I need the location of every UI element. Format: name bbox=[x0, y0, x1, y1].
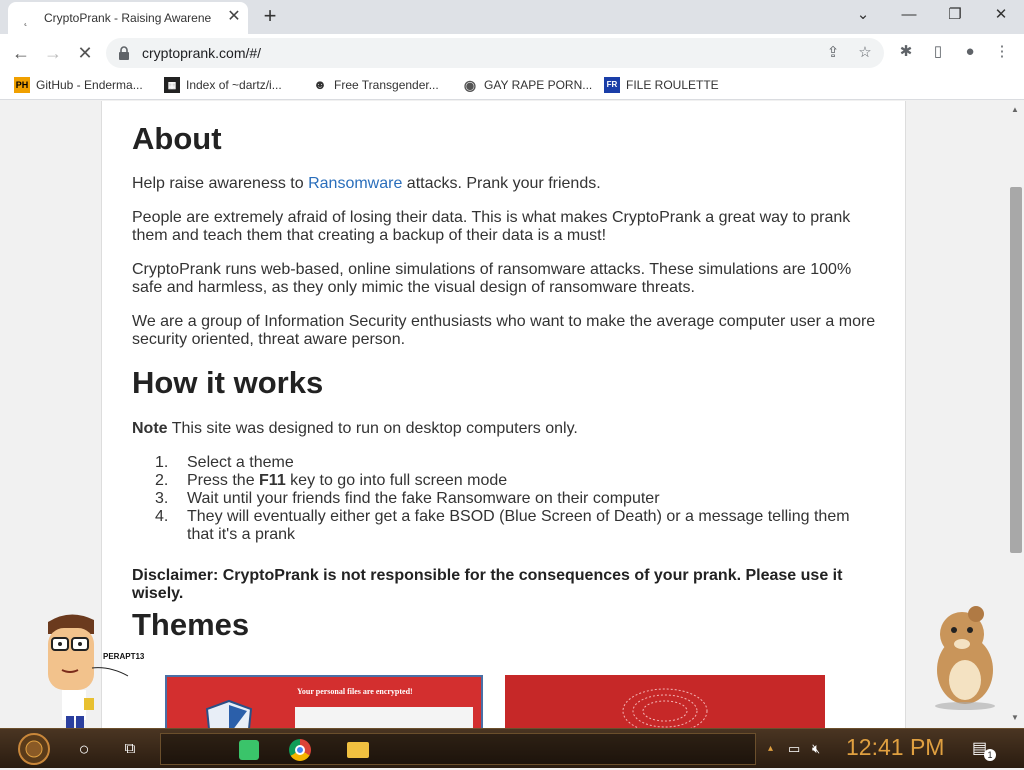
tag-icon: FR bbox=[604, 77, 620, 93]
globe-icon: ◉ bbox=[463, 77, 477, 93]
scroll-up-arrow[interactable]: ▲ bbox=[1011, 105, 1019, 114]
about-paragraph-3: CryptoPrank runs web-based, online simul… bbox=[132, 261, 852, 296]
buddy-speech-text: PERAPT13 bbox=[102, 652, 146, 661]
list-item: 3. Wait until your friends find the fake … bbox=[155, 490, 660, 507]
notification-badge: 1 bbox=[984, 749, 996, 761]
how-it-works-heading: How it works bbox=[132, 365, 324, 400]
scroll-thumb[interactable] bbox=[1010, 187, 1022, 553]
show-hidden-icons[interactable]: ▴ bbox=[768, 733, 778, 765]
share-icon[interactable]: ⇪ bbox=[822, 43, 844, 63]
stop-loading-button[interactable]: ✕ bbox=[72, 41, 98, 65]
theme-card-skull[interactable] bbox=[505, 675, 825, 728]
tab-cryptoprank[interactable]: ˛ CryptoPrank - Raising Awarene ✕ bbox=[8, 2, 248, 34]
grid-icon: ▦ bbox=[164, 77, 180, 93]
extensions-icon[interactable]: ✱ bbox=[895, 41, 917, 63]
start-orb-icon bbox=[18, 733, 50, 765]
bookmark-github[interactable]: PH GitHub - Enderma... bbox=[14, 77, 143, 95]
skull-ascii-icon bbox=[622, 688, 708, 728]
theme-preview-text bbox=[295, 707, 473, 728]
browser-toolbar: ← → ✕ cryptoprank.com/#/ ⇪ ☆ ✱ ▯ ● ⋮ bbox=[0, 34, 1024, 72]
new-tab-button[interactable]: + bbox=[258, 4, 282, 28]
cartoon-man-icon bbox=[48, 614, 129, 728]
list-item: 2. Press the F11 key to go into full scre… bbox=[155, 472, 508, 489]
taskbar-app-area bbox=[160, 733, 756, 765]
tab-title: CryptoPrank - Raising Awarene bbox=[44, 11, 212, 25]
close-window-button[interactable]: ✕ bbox=[986, 4, 1016, 26]
about-paragraph-2: People are extremely afraid of losing th… bbox=[132, 209, 851, 244]
list-item: 4. They will eventually either get a fake… bbox=[155, 508, 850, 543]
content-card: About Help raise awareness to Ransomware… bbox=[101, 101, 906, 728]
url-text: cryptoprank.com/#/ bbox=[142, 45, 262, 61]
shield-icon bbox=[205, 699, 253, 728]
list-item: 1. Select a theme bbox=[155, 454, 294, 471]
restore-button[interactable]: ❐ bbox=[940, 4, 970, 26]
about-paragraph-4: We are a group of Information Security e… bbox=[132, 313, 876, 348]
forward-button[interactable]: → bbox=[40, 41, 66, 65]
mask-icon: ☻ bbox=[313, 77, 327, 92]
taskbar: ○ ⧉ ▴ ▭ 🔇︎ 12:41 PM ▤ 1 bbox=[0, 728, 1024, 768]
desktop-buddy-man[interactable]: PERAPT13 bbox=[40, 612, 146, 728]
bookmark-free-transgender[interactable]: ☻ Free Transgender... bbox=[312, 77, 439, 95]
minimize-button[interactable]: — bbox=[894, 4, 924, 26]
steps-list: 1. Select a theme 2. Press the F11 key to … bbox=[132, 454, 852, 544]
tab-search-icon[interactable]: ⌄ bbox=[848, 4, 878, 26]
close-tab-icon[interactable]: ✕ bbox=[226, 9, 242, 25]
page-viewport: About Help raise awareness to Ransomware… bbox=[0, 101, 1008, 728]
menu-icon[interactable]: ⋮ bbox=[991, 41, 1013, 63]
bookmarks-bar: PH GitHub - Enderma... ▦ Index of ~dartz/i… bbox=[0, 72, 1024, 100]
network-icon[interactable]: ▭ bbox=[788, 733, 808, 765]
page-scrollbar[interactable]: ▲ ▼ bbox=[1008, 101, 1024, 728]
task-view-icon[interactable]: ⧉ bbox=[118, 733, 142, 765]
theme-card-encrypted[interactable]: Your personal files are encrypted! bbox=[165, 675, 483, 728]
themes-heading: Themes bbox=[132, 607, 250, 642]
file-explorer-icon[interactable] bbox=[347, 742, 369, 758]
back-button[interactable]: ← bbox=[8, 41, 34, 65]
search-circle-icon[interactable]: ○ bbox=[72, 733, 96, 765]
profile-avatar-icon[interactable]: ● bbox=[959, 41, 981, 63]
chrome-app-icon[interactable] bbox=[289, 739, 311, 761]
theme-caption: Your personal files are encrypted! bbox=[297, 687, 413, 696]
lock-icon bbox=[119, 46, 129, 60]
bookmark-file-roulette[interactable]: FR FILE ROULETTE bbox=[604, 77, 719, 95]
start-button[interactable] bbox=[12, 733, 56, 765]
ransomware-link[interactable]: Ransomware bbox=[308, 175, 402, 192]
disclaimer-text: Disclaimer: CryptoPrank is not responsib… bbox=[132, 567, 843, 602]
tab-strip: ˛ CryptoPrank - Raising Awarene ✕ + ⌄ — … bbox=[0, 0, 1024, 34]
loading-icon: ˛ bbox=[24, 12, 28, 26]
about-paragraph-1: Help raise awareness to Ransomware attac… bbox=[132, 175, 601, 192]
hamster-icon bbox=[935, 606, 995, 710]
ph-icon: PH bbox=[14, 77, 30, 93]
scroll-down-arrow[interactable]: ▼ bbox=[1011, 713, 1019, 722]
note-paragraph: Note This site was designed to run on de… bbox=[132, 420, 578, 437]
desktop-buddy-hamster[interactable] bbox=[920, 600, 1010, 710]
about-heading: About bbox=[132, 121, 222, 156]
address-bar[interactable]: cryptoprank.com/#/ ⇪ ☆ bbox=[106, 38, 884, 68]
bookmark-star-icon[interactable]: ☆ bbox=[854, 43, 876, 63]
bookmark-index-dartz[interactable]: ▦ Index of ~dartz/i... bbox=[164, 77, 282, 95]
clock[interactable]: 12:41 PM bbox=[846, 734, 944, 761]
volume-muted-icon[interactable]: 🔇︎ bbox=[812, 733, 832, 765]
notes-app-icon[interactable] bbox=[239, 740, 259, 760]
side-panel-icon[interactable]: ▯ bbox=[927, 41, 949, 63]
bookmark-globe[interactable]: ◉ GAY RAPE PORN... bbox=[462, 77, 592, 95]
